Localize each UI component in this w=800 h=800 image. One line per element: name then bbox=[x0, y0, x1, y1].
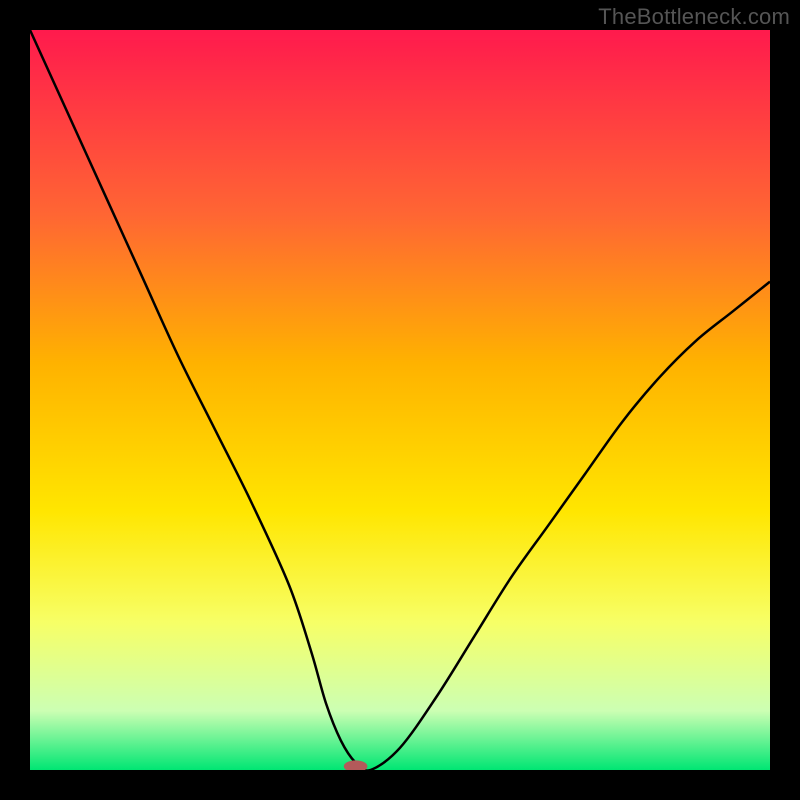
watermark-text: TheBottleneck.com bbox=[598, 4, 790, 30]
plot-area bbox=[30, 30, 770, 770]
chart-frame: TheBottleneck.com bbox=[0, 0, 800, 800]
chart-svg bbox=[30, 30, 770, 770]
gradient-background bbox=[30, 30, 770, 770]
